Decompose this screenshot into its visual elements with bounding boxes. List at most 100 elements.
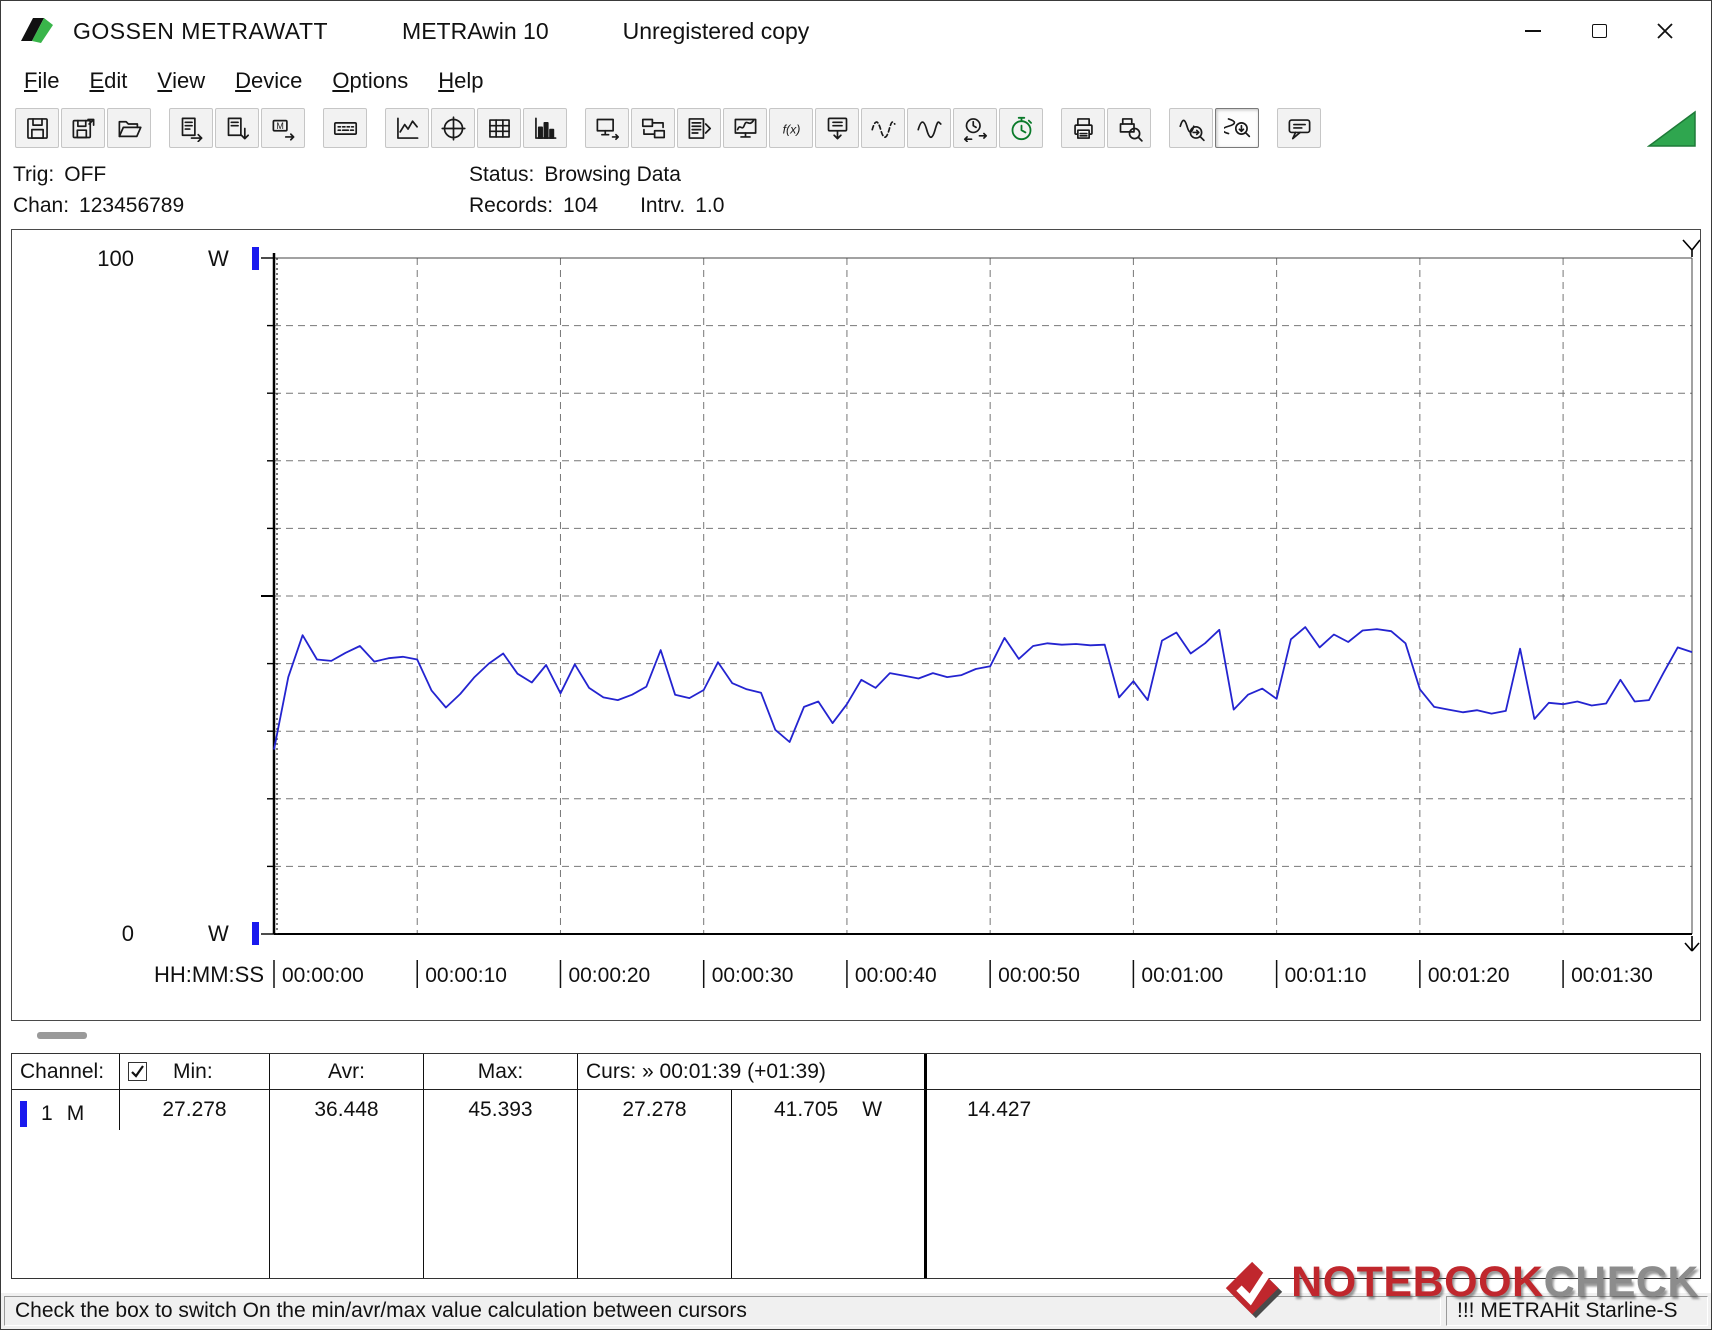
stopwatch-button[interactable] [999,108,1043,148]
menu-edit[interactable]: Edit [74,61,142,101]
sync-clock-button[interactable] [953,108,997,148]
menu-view[interactable]: View [142,61,220,101]
cursor-column-header: Curs: » 00:01:39 (+01:39) [578,1054,927,1090]
interval-label: Intrv. [640,194,685,217]
line-chart-view-button[interactable] [385,108,429,148]
channel-id: 1 [41,1102,53,1126]
export-report-icon [178,115,205,142]
stopwatch-icon [1008,115,1035,142]
channel-scale-marker-top[interactable] [252,247,259,270]
cursor-left-value: 27.278 [578,1090,732,1278]
bar-chart-view-icon [532,115,559,142]
export-device-icon: M [270,115,297,142]
checkmark-icon [130,1064,145,1079]
scope-view-button[interactable] [431,108,475,148]
min-avr-max-checkbox[interactable] [128,1062,147,1081]
chan-value: 123456789 [79,194,184,217]
delta-column-header [927,1054,1700,1090]
records-label: Records: [469,194,553,217]
metrawin-window: GOSSEN METRAWATT METRAwin 10 Unregistere… [0,0,1712,1330]
y-unit-bottom-label: W [208,921,229,946]
keyboard-button[interactable] [323,108,367,148]
annotation-button[interactable] [1277,108,1321,148]
channel-settings-button[interactable] [677,108,721,148]
open-file-icon [116,115,143,142]
minimize-button[interactable] [1507,9,1559,53]
menu-options[interactable]: Options [317,61,423,101]
export-report-button[interactable] [169,108,213,148]
screen-capture-button[interactable] [723,108,767,148]
avr-value: 36.448 [270,1090,424,1278]
measurement-panel: Channel: Min: Avr: Max: Curs: » 00:01:39… [11,1053,1701,1279]
trig-label: Trig: [13,163,54,186]
print-preview-button[interactable] [1107,108,1151,148]
gossen-metrawatt-logo-icon [17,14,57,48]
minimize-icon [1525,30,1541,32]
max-column-header: Max: [424,1054,578,1090]
zoom-horizontal-button[interactable] [1169,108,1213,148]
status-label: Status: [469,163,534,186]
notebookcheck-shield-icon [1223,1259,1285,1321]
save-as-button[interactable] [61,108,105,148]
device-transfer-button[interactable] [631,108,675,148]
monitor-export-button[interactable] [585,108,629,148]
x-tick-label: 00:01:20 [1428,964,1510,987]
browsing-status: Status:Browsing Data [469,159,734,190]
chart-panel: 100W0WHH:MM:SS00:00:0000:00:1000:00:2000… [11,229,1701,1021]
power-chart[interactable]: 100W0WHH:MM:SS00:00:0000:00:1000:00:2000… [12,238,1700,1002]
formula-button[interactable]: f(x) [769,108,813,148]
device-read-button[interactable] [815,108,859,148]
x-tick-label: 00:01:30 [1571,964,1653,987]
green-triangle-indicator[interactable] [1647,108,1697,148]
print-icon [1070,115,1097,142]
menu-device[interactable]: Device [220,61,317,101]
x-axis-unit-label: HH:MM:SS [154,962,264,987]
channel-color-marker [20,1101,27,1127]
channel-mode: M [67,1102,85,1126]
cursor-right-handle-bottom[interactable] [1685,936,1699,951]
x-tick-label: 00:00:50 [998,964,1080,987]
min-column-header: Min: [173,1060,213,1084]
channel-row-cell[interactable]: 1 M [12,1090,120,1130]
y-min-label: 0 [122,921,134,946]
dashed-wave-button[interactable] [861,108,905,148]
save-button[interactable] [15,108,59,148]
h-scrollbar-thumb[interactable] [37,1032,87,1039]
app-title: METRAwin 10 [402,18,549,45]
x-tick-label: 00:01:10 [1285,964,1367,987]
save-icon [24,115,51,142]
open-file-button[interactable] [107,108,151,148]
print-button[interactable] [1061,108,1105,148]
cursor-right-handle-top[interactable] [1683,240,1700,257]
table-view-button[interactable] [477,108,521,148]
notebookcheck-watermark: NOTEBOOK CHECK [1223,1258,1699,1307]
close-button[interactable] [1639,9,1691,53]
maximize-button[interactable] [1573,9,1625,53]
menu-help[interactable]: Help [423,61,498,101]
watermark-primary-text: NOTEBOOK [1291,1258,1543,1307]
chan-label: Chan: [13,194,69,217]
y-unit-top-label: W [208,246,229,271]
solid-wave-button[interactable] [907,108,951,148]
menu-file[interactable]: File [9,61,74,101]
max-value: 45.393 [424,1090,578,1278]
x-tick-label: 00:00:30 [712,964,794,987]
channel-scale-marker-bottom[interactable] [252,922,259,945]
zoom-vertical-button[interactable] [1215,108,1259,148]
h-scrollbar-track[interactable] [1,1021,1711,1049]
save-as-icon [70,115,97,142]
bar-chart-view-button[interactable] [523,108,567,148]
export-data-button[interactable] [215,108,259,148]
min-value: 27.278 [120,1090,270,1278]
x-tick-label: 00:00:20 [568,964,650,987]
formula-icon: f(x) [778,115,805,142]
export-device-button[interactable]: M [261,108,305,148]
x-tick-label: 00:00:40 [855,964,937,987]
toolbar: Mf(x) [1,101,1711,155]
monitor-export-icon [594,115,621,142]
avr-column-header: Avr: [270,1054,424,1090]
zoom-horizontal-icon [1178,115,1205,142]
dashed-wave-icon [870,115,897,142]
device-read-icon [824,115,851,142]
records-value: 104 [563,194,598,217]
